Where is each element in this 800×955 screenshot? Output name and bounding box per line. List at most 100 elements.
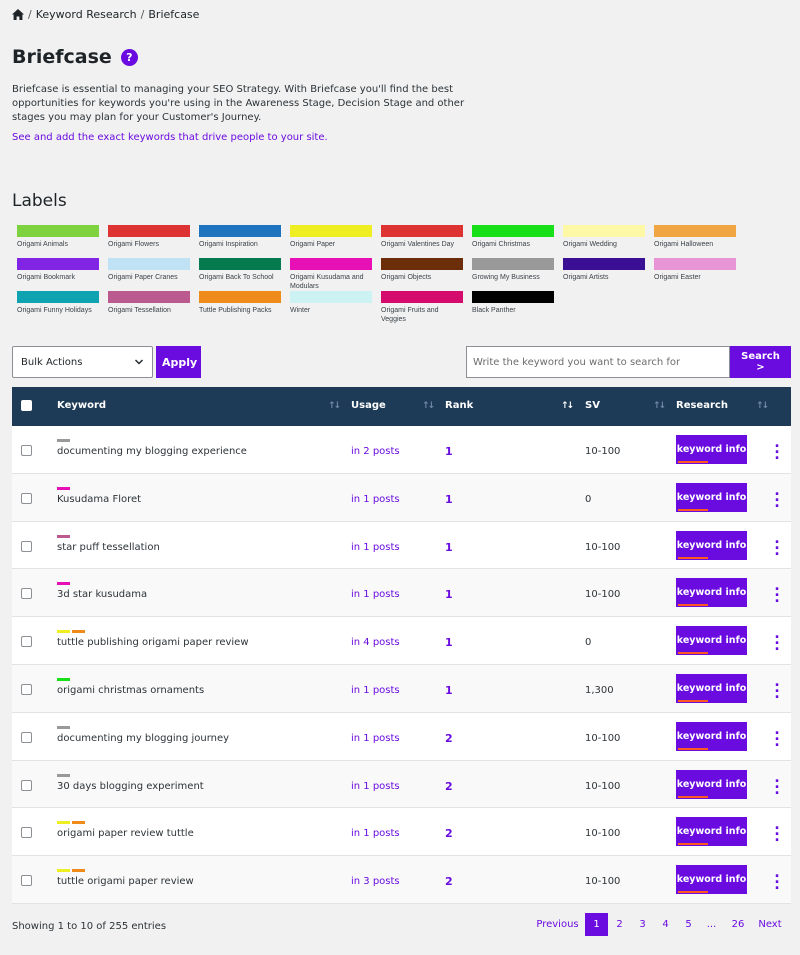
label-item[interactable]: Origami Back To School (199, 258, 281, 291)
keyword-info-button[interactable]: keyword info (676, 721, 747, 751)
label-item[interactable]: Origami Flowers (108, 225, 190, 258)
label-item[interactable]: Origami Kusudama and Modulars (290, 258, 372, 291)
header-usage[interactable]: Usage (351, 400, 386, 411)
label-item[interactable]: Black Panther (472, 291, 554, 324)
more-options-icon[interactable]: ... (774, 532, 780, 558)
rank-link[interactable]: 1 (445, 684, 453, 697)
apply-button[interactable]: Apply (156, 346, 201, 378)
sort-icon[interactable]: ↑↓ (653, 401, 666, 411)
breadcrumb: / Keyword Research / Briefcase (12, 8, 199, 21)
row-checkbox[interactable] (21, 588, 32, 600)
label-item[interactable]: Origami Christmas (472, 225, 554, 258)
keyword-info-button[interactable]: keyword info (676, 530, 747, 560)
home-icon[interactable] (12, 9, 24, 20)
more-options-icon[interactable]: ... (774, 818, 780, 844)
more-options-icon[interactable]: ... (774, 484, 780, 510)
rank-link[interactable]: 2 (445, 875, 453, 888)
label-item[interactable]: Origami Halloween (654, 225, 736, 258)
usage-link[interactable]: in 1 posts (351, 828, 400, 839)
keyword-info-button[interactable]: keyword info (676, 865, 747, 895)
pagination-next[interactable]: Next (753, 919, 787, 930)
row-checkbox[interactable] (21, 636, 32, 648)
usage-link[interactable]: in 3 posts (351, 876, 400, 887)
rank-link[interactable]: 2 (445, 827, 453, 840)
usage-link[interactable]: in 1 posts (351, 733, 400, 744)
header-rank[interactable]: Rank (445, 400, 473, 411)
pagination-page[interactable]: 2 (608, 913, 631, 936)
search-input[interactable]: Write the keyword you want to search for (466, 346, 730, 378)
usage-link[interactable]: in 1 posts (351, 542, 400, 553)
keyword-info-button[interactable]: keyword info (676, 626, 747, 656)
more-options-icon[interactable]: ... (774, 627, 780, 653)
bulk-actions-select[interactable]: Bulk Actions (12, 346, 153, 378)
header-sv[interactable]: SV (585, 400, 600, 411)
usage-link[interactable]: in 1 posts (351, 685, 400, 696)
label-item[interactable]: Origami Objects (381, 258, 463, 291)
label-item[interactable]: Origami Paper (290, 225, 372, 258)
more-options-icon[interactable]: ... (774, 579, 780, 605)
keyword-info-button[interactable]: keyword info (676, 435, 747, 464)
help-icon[interactable]: ? (120, 48, 138, 66)
row-checkbox[interactable] (21, 731, 32, 743)
header-research[interactable]: Research (676, 400, 728, 411)
label-item[interactable]: Origami Fruits and Veggies (381, 291, 463, 324)
select-all-checkbox[interactable] (21, 400, 32, 411)
sort-icon[interactable]: ↑↓ (422, 401, 435, 411)
pagination-page[interactable]: 1 (585, 913, 608, 936)
label-item[interactable]: Tuttle Publishing Packs (199, 291, 281, 324)
rank-link[interactable]: 1 (445, 588, 453, 601)
usage-link[interactable]: in 1 posts (351, 781, 400, 792)
pagination-page[interactable]: 4 (654, 913, 677, 936)
header-keyword[interactable]: Keyword (57, 400, 106, 411)
pagination-page[interactable]: 5 (677, 913, 700, 936)
keyword-info-button[interactable]: keyword info (676, 817, 747, 847)
sort-icon[interactable]: ↑↓ (328, 401, 341, 411)
label-item[interactable]: Origami Easter (654, 258, 736, 291)
usage-link[interactable]: in 2 posts (351, 446, 400, 457)
usage-link[interactable]: in 4 posts (351, 637, 400, 648)
row-checkbox[interactable] (21, 445, 32, 456)
rank-link[interactable]: 2 (445, 732, 453, 745)
more-options-icon[interactable]: ... (774, 771, 780, 797)
usage-link[interactable]: in 1 posts (351, 494, 400, 505)
row-checkbox[interactable] (21, 683, 32, 695)
more-options-icon[interactable]: ... (774, 675, 780, 701)
more-options-icon[interactable]: ... (774, 723, 780, 749)
sort-icon[interactable]: ↑↓ (756, 401, 769, 411)
keyword-info-button[interactable]: keyword info (676, 769, 747, 799)
pagination-page[interactable]: 3 (631, 913, 654, 936)
breadcrumb-keyword-research[interactable]: Keyword Research (36, 8, 137, 21)
label-item[interactable]: Winter (290, 291, 372, 324)
usage-link[interactable]: in 1 posts (351, 589, 400, 600)
keyword-info-button[interactable]: keyword info (676, 673, 747, 703)
rank-link[interactable]: 1 (445, 493, 453, 506)
keywords-link[interactable]: See and add the exact keywords that driv… (12, 132, 328, 143)
row-checkbox[interactable] (21, 875, 32, 887)
label-item[interactable]: Origami Valentines Day (381, 225, 463, 258)
label-item[interactable]: Origami Wedding (563, 225, 645, 258)
rank-link[interactable]: 1 (445, 541, 453, 554)
row-checkbox[interactable] (21, 492, 32, 504)
more-options-icon[interactable]: ... (774, 436, 780, 462)
pagination-previous[interactable]: Previous (530, 919, 585, 930)
label-item[interactable]: Origami Animals (17, 225, 99, 258)
label-item[interactable]: Origami Paper Cranes (108, 258, 190, 291)
keyword-info-button[interactable]: keyword info (676, 578, 747, 608)
label-item[interactable]: Growing My Business (472, 258, 554, 291)
label-item[interactable]: Origami Artists (563, 258, 645, 291)
label-item[interactable]: Origami Tessellation (108, 291, 190, 324)
search-button[interactable]: Search > (730, 346, 791, 378)
label-item[interactable]: Origami Inspiration (199, 225, 281, 258)
row-checkbox[interactable] (21, 779, 32, 791)
keyword-info-button[interactable]: keyword info (676, 482, 747, 512)
label-item[interactable]: Origami Bookmark (17, 258, 99, 291)
row-checkbox[interactable] (21, 540, 32, 552)
pagination-page[interactable]: 26 (723, 919, 753, 930)
sort-icon-active[interactable]: ↑↓ (561, 401, 574, 411)
more-options-icon[interactable]: ... (774, 866, 780, 892)
row-checkbox[interactable] (21, 827, 32, 839)
rank-link[interactable]: 2 (445, 780, 453, 793)
rank-link[interactable]: 1 (445, 445, 453, 458)
label-item[interactable]: Origami Funny Holidays (17, 291, 99, 324)
rank-link[interactable]: 1 (445, 636, 453, 649)
